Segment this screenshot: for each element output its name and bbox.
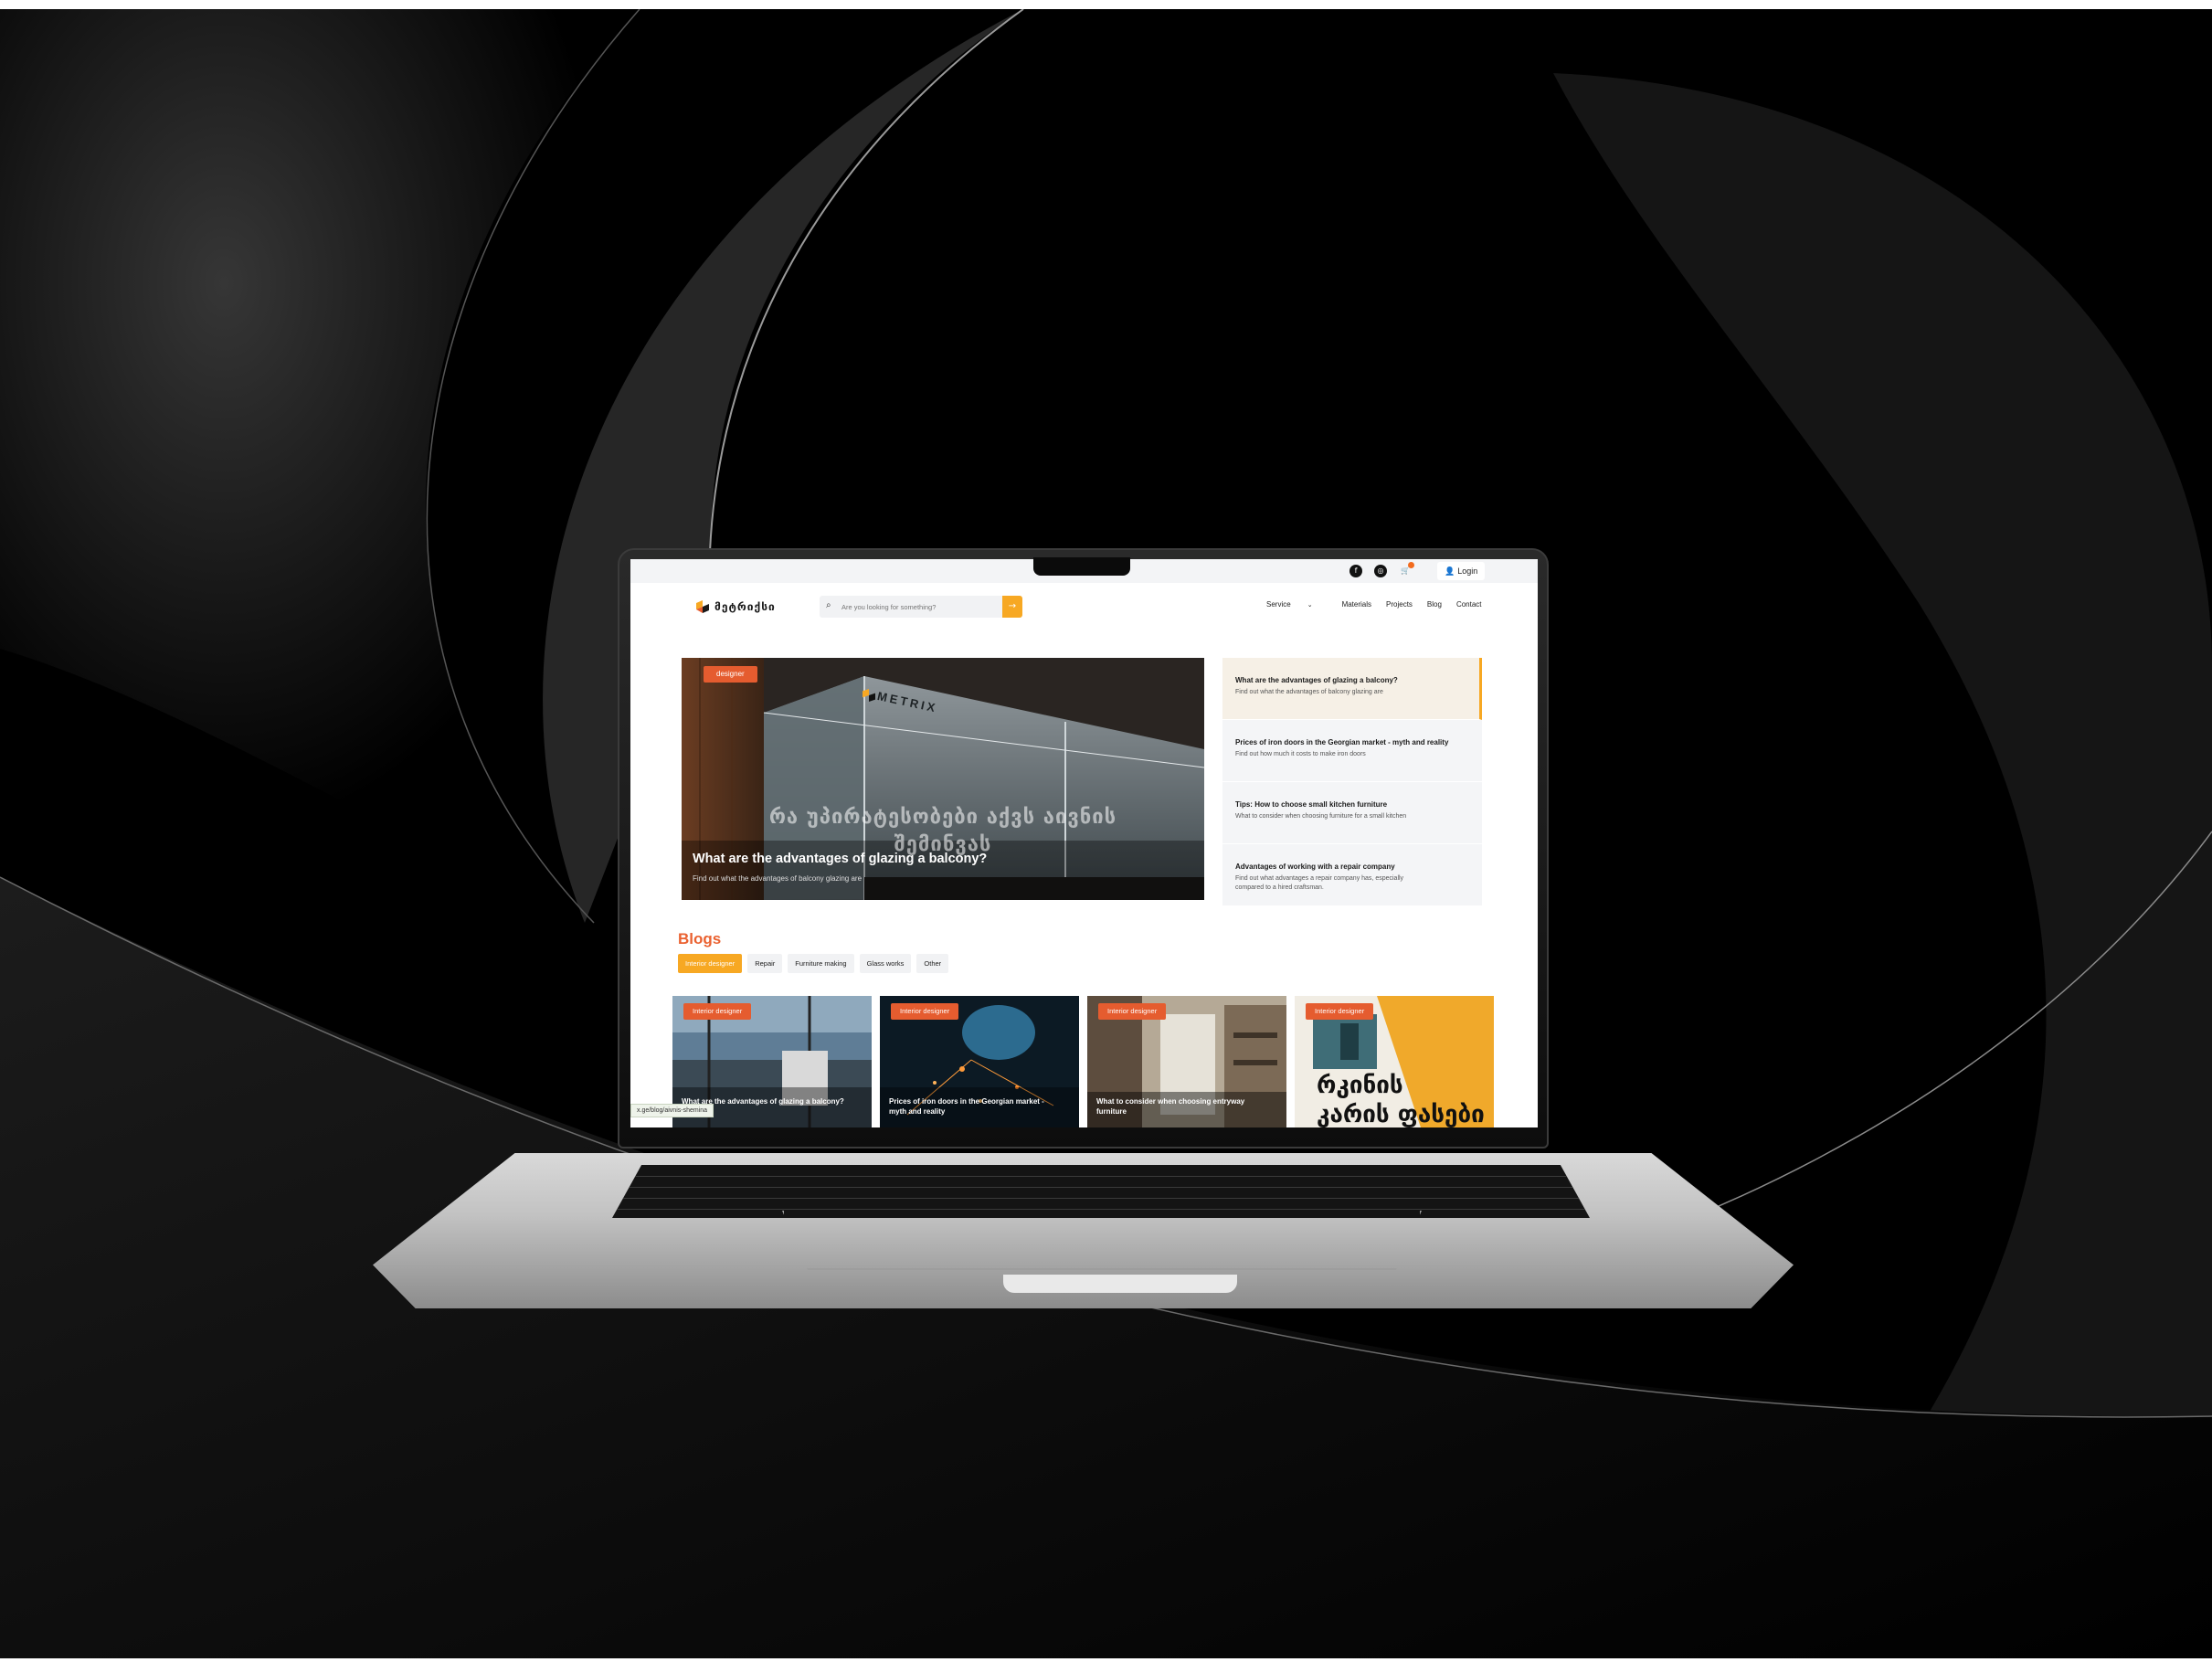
- hero-banner[interactable]: METRIX designer რა უპირატესობები აქვს აი…: [682, 658, 1204, 900]
- status-bar-url: x.ge/blog/aivnis-shemina: [630, 1104, 714, 1117]
- blog-card-tag[interactable]: Interior designer: [1098, 1003, 1167, 1020]
- main-nav: Service ⌄ Materials Projects Blog Contact: [1266, 600, 1497, 609]
- blog-card-title: What to consider when choosing entryway …: [1096, 1097, 1245, 1116]
- search-bar: ⌕ →: [820, 596, 1022, 618]
- logo-text: მეტრიქსი: [714, 600, 776, 613]
- blogs-heading: Blogs: [678, 930, 722, 947]
- search-submit-button[interactable]: →: [1002, 596, 1022, 618]
- hero-overlay-text: რა უპირატესობები აქვს აივნის შემინვას: [682, 804, 1204, 859]
- nav-blog[interactable]: Blog: [1427, 600, 1442, 609]
- blog-card[interactable]: Interior designer რკინის კარის ფასები: [1295, 996, 1494, 1127]
- laptop-screen: f ◎ 🛒 👤Login მეტრიქსი ⌕ → Service⌄ Mater…: [630, 559, 1538, 1127]
- side-article[interactable]: What are the advantages of glazing a bal…: [1222, 658, 1482, 720]
- logo-cube-icon: [696, 600, 709, 613]
- blog-card-tag[interactable]: Interior designer: [683, 1003, 752, 1020]
- facebook-icon[interactable]: f: [1349, 565, 1362, 577]
- laptop-front-notch: [1003, 1275, 1237, 1293]
- camera-notch: [1033, 557, 1130, 576]
- side-article-desc: Find out what the advantages of balcony …: [1235, 689, 1383, 695]
- chevron-down-icon: ⌄: [1307, 601, 1313, 609]
- side-article-title: Prices of iron doors in the Georgian mar…: [1235, 738, 1449, 746]
- instagram-icon[interactable]: ◎: [1374, 565, 1387, 577]
- filter-interior-designer[interactable]: Interior designer: [678, 954, 743, 973]
- blog-card-tag[interactable]: Interior designer: [1306, 1003, 1374, 1020]
- keyboard-row: [612, 1209, 1590, 1210]
- laptop-trackpad: [782, 1211, 1422, 1270]
- blog-card-overlay-line2: კარის ფასები: [1317, 1101, 1485, 1127]
- blog-card-overlay-text: რკინის კარის ფასები: [1317, 1071, 1485, 1127]
- side-article-title: What are the advantages of glazing a bal…: [1235, 676, 1398, 684]
- blog-card-grid: Interior designer What are the advantage…: [672, 996, 1494, 1127]
- hero-subtitle: Find out what the advantages of balcony …: [693, 874, 863, 883]
- blog-filter-chips: Interior designer Repair Furniture makin…: [678, 954, 949, 973]
- blog-card-overlay-line1: რკინის: [1317, 1072, 1403, 1099]
- keyboard-row: [612, 1176, 1590, 1177]
- keyboard-row: [612, 1198, 1590, 1199]
- hero-category-tag[interactable]: designer: [704, 666, 757, 683]
- search-input[interactable]: [841, 599, 979, 614]
- side-article-desc: Find out how much it costs to make iron …: [1235, 751, 1366, 757]
- hero-title: What are the advantages of glazing a bal…: [693, 852, 988, 866]
- side-article[interactable]: Advantages of working with a repair comp…: [1222, 844, 1482, 906]
- blog-card-tag[interactable]: Interior designer: [891, 1003, 959, 1020]
- search-icon: ⌕: [826, 600, 831, 610]
- side-article-title: Advantages of working with a repair comp…: [1235, 863, 1395, 871]
- hero-overlay-line1: რა უპირატესობები აქვს აივნის: [768, 806, 1117, 829]
- side-article-desc: Find out what advantages a repair compan…: [1235, 875, 1404, 891]
- site-logo[interactable]: მეტრიქსი: [696, 598, 776, 615]
- filter-repair[interactable]: Repair: [747, 954, 783, 973]
- blog-card[interactable]: Interior designer What to consider when …: [1087, 996, 1286, 1127]
- nav-contact[interactable]: Contact: [1456, 600, 1482, 609]
- nav-materials[interactable]: Materials: [1342, 600, 1371, 609]
- side-article[interactable]: Tips: How to choose small kitchen furnit…: [1222, 782, 1482, 844]
- nav-service[interactable]: Service ⌄: [1266, 600, 1328, 609]
- login-label: Login: [1457, 566, 1478, 576]
- blog-card[interactable]: Interior designer Prices of iron doors i…: [880, 996, 1079, 1127]
- side-article-desc: What to consider when choosing furniture…: [1235, 813, 1407, 820]
- keyboard-row: [612, 1187, 1590, 1188]
- blog-card-title: Prices of iron doors in the Georgian mar…: [889, 1097, 1044, 1116]
- laptop-keyboard: [612, 1165, 1590, 1218]
- side-article[interactable]: Prices of iron doors in the Georgian mar…: [1222, 720, 1482, 782]
- filter-glass-works[interactable]: Glass works: [859, 954, 912, 973]
- login-button[interactable]: 👤 Login: [1437, 562, 1486, 580]
- filter-furniture-making[interactable]: Furniture making: [788, 954, 854, 973]
- featured-article-list: What are the advantages of glazing a bal…: [1222, 658, 1493, 906]
- user-icon: 👤: [1445, 567, 1455, 577]
- side-article-title: Tips: How to choose small kitchen furnit…: [1235, 800, 1388, 809]
- cart-badge: [1408, 562, 1414, 568]
- metrix-sign-icon: [863, 689, 875, 702]
- nav-projects[interactable]: Projects: [1386, 600, 1413, 609]
- filter-other[interactable]: Other: [916, 954, 949, 973]
